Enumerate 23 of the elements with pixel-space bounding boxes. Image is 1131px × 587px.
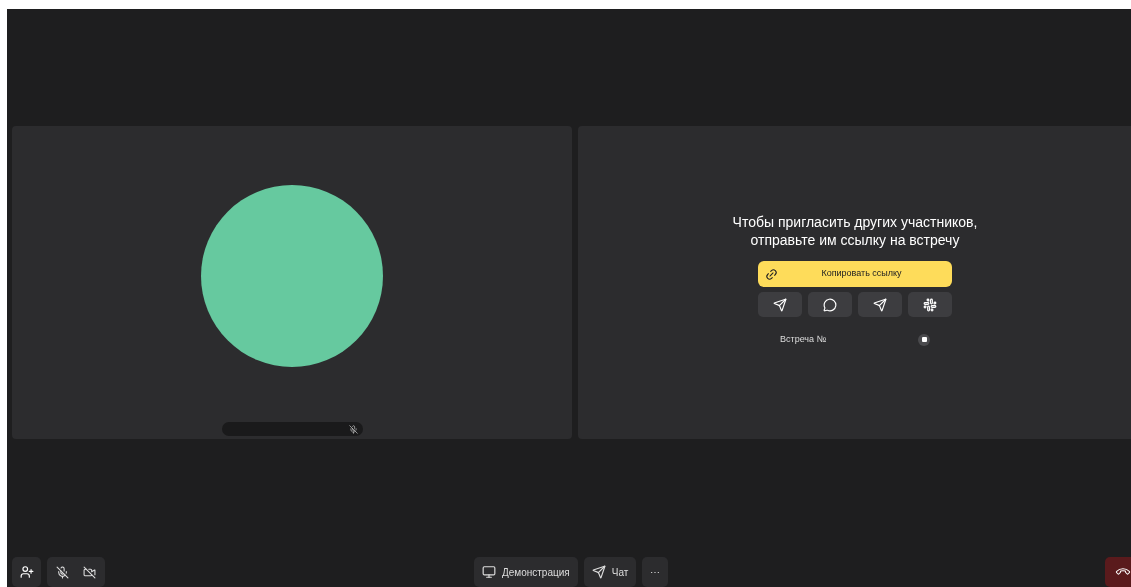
camera-off-icon[interactable] [83,565,96,579]
share-button[interactable] [908,292,952,317]
share-button[interactable] [758,292,802,317]
share-button[interactable] [808,292,852,317]
copy-icon-button[interactable] [918,333,930,346]
add-participant-button[interactable] [12,557,41,587]
copy-icon [921,337,927,343]
meeting-label: Встреча № [780,333,827,346]
copy-link-button[interactable]: Копировать ссылку [758,261,952,287]
mic-off-icon[interactable] [56,565,69,579]
more-button[interactable]: ⋯ [642,557,669,587]
invite-text: Чтобы пригласить других участников, отправьте им ссылку на встречу [731,213,979,249]
user-plus-icon [19,565,34,579]
send-icon [773,297,787,312]
share-button[interactable] [858,292,902,317]
send-icon [873,297,887,312]
chat-bubble-icon [823,297,837,312]
monitor-icon [482,565,496,579]
hang-up-button[interactable] [1105,557,1131,587]
hash-icon [923,297,937,312]
toolbar-button[interactable]: Чат [583,557,637,587]
toolbar-button[interactable]: Демонстрация [474,557,578,587]
send-icon [591,565,606,579]
